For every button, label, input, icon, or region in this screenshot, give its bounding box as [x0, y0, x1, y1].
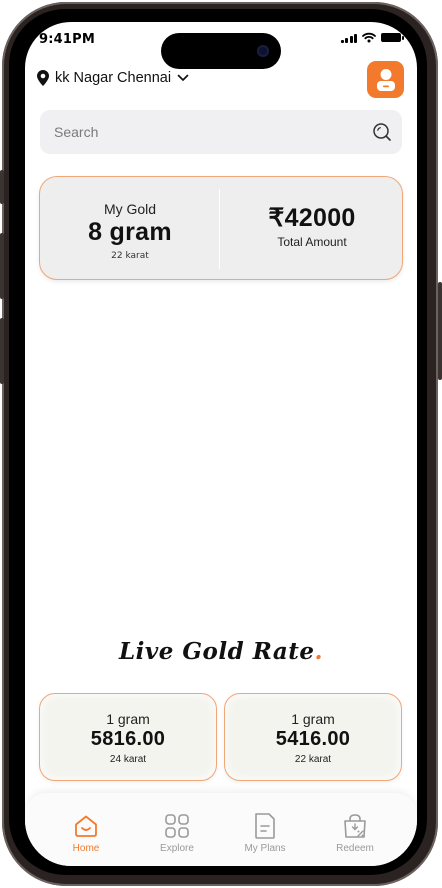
wifi-icon	[362, 32, 376, 43]
my-gold-card[interactable]: My Gold 8 gram 22 karat ₹42000 Total Amo…	[39, 176, 403, 280]
my-gold-section: My Gold 8 gram 22 karat	[40, 177, 220, 261]
search-input[interactable]	[54, 110, 354, 154]
camera-icon	[257, 45, 269, 57]
grid-icon	[165, 814, 189, 838]
nav-redeem[interactable]: Redeem	[315, 811, 395, 854]
bottom-navigation: Home Explore My Plans Redeem	[25, 793, 417, 866]
nav-explore[interactable]: Explore	[137, 811, 217, 854]
search-icon[interactable]	[372, 122, 392, 142]
discount-bag-icon	[344, 814, 366, 838]
live-gold-rate-heading: Live Gold Rate.	[25, 638, 417, 665]
battery-icon	[381, 33, 404, 42]
status-time: 9:41PM	[39, 32, 95, 47]
dynamic-island	[161, 33, 281, 69]
search-bar	[40, 110, 402, 154]
rate-price: 5416.00	[275, 728, 351, 750]
nav-label: Explore	[160, 843, 194, 854]
location-selector[interactable]: kk Nagar Chennai	[37, 70, 189, 86]
volume-up-button	[0, 233, 4, 299]
live-gold-rate-title: Live Gold Rate	[118, 638, 315, 665]
total-amount-section: ₹42000 Total Amount	[220, 177, 404, 249]
app-screen: 9:41PM kk Nagar Chennai Search My Gold 8…	[25, 22, 417, 866]
location-pin-icon	[37, 70, 49, 86]
rate-karat: 22 karat	[294, 754, 332, 765]
cellular-signal-icon	[340, 33, 357, 43]
accent-dot: .	[314, 638, 324, 665]
rate-price: 5816.00	[90, 728, 166, 750]
location-label: kk Nagar Chennai	[55, 70, 172, 86]
action-button	[0, 170, 4, 204]
nav-home[interactable]: Home	[46, 811, 126, 854]
nav-my-plans[interactable]: My Plans	[225, 811, 305, 854]
volume-down-button	[0, 318, 4, 384]
my-gold-weight: 8 gram	[88, 218, 172, 246]
nav-label: My Plans	[244, 843, 286, 854]
nav-label: Home	[72, 843, 100, 854]
status-icons	[340, 32, 404, 43]
total-amount-label: Total Amount	[277, 235, 347, 249]
rate-card-24k[interactable]: 1 gram 5816.00 24 karat	[39, 693, 217, 781]
power-button	[438, 282, 442, 380]
total-amount-value: ₹42000	[268, 204, 356, 232]
rate-unit: 1 gram	[106, 711, 150, 727]
home-icon	[75, 815, 97, 837]
user-icon	[376, 68, 395, 91]
nav-label: Redeem	[336, 843, 374, 854]
rate-karat: 24 karat	[109, 754, 147, 765]
profile-button[interactable]	[367, 61, 404, 98]
rate-card-22k[interactable]: 1 gram 5416.00 22 karat	[224, 693, 402, 781]
my-gold-karat: 22 karat	[111, 251, 149, 261]
my-gold-title: My Gold	[103, 201, 157, 217]
chevron-down-icon	[177, 74, 189, 81]
document-icon	[255, 813, 275, 839]
rate-unit: 1 gram	[291, 711, 335, 727]
